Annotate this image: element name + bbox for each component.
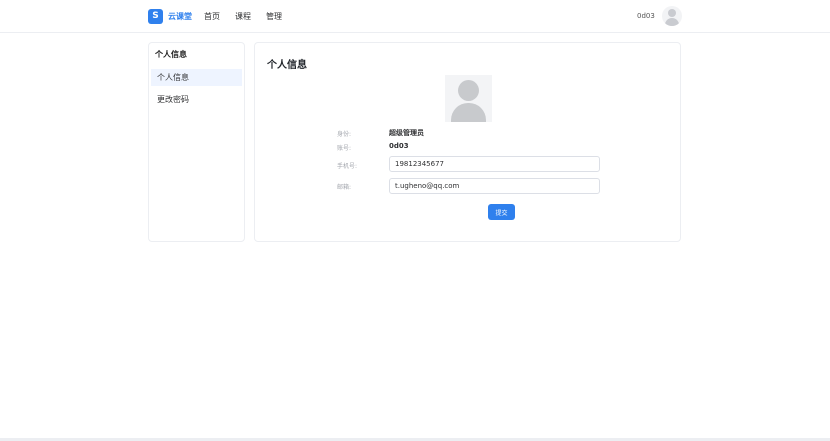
sidebar-panel: 个人信息 个人信息 更改密码	[148, 42, 245, 242]
account-label: 账号:	[337, 145, 352, 152]
nav-courses[interactable]: 课程	[235, 11, 251, 22]
top-navbar: S 云课堂 首页 课程 管理 0d03	[0, 0, 830, 33]
email-label: 邮箱:	[337, 184, 352, 191]
user-avatar-icon[interactable]	[662, 6, 682, 26]
account-value: 0d03	[389, 142, 409, 150]
submit-button[interactable]: 提交	[488, 204, 515, 220]
email-input[interactable]	[389, 178, 600, 194]
avatar-body-shape	[665, 18, 679, 26]
avatar-head-shape	[458, 80, 479, 101]
phone-label: 手机号:	[337, 163, 358, 170]
nav-manage[interactable]: 管理	[266, 11, 282, 22]
brand-name[interactable]: 云课堂	[168, 11, 192, 22]
phone-input[interactable]	[389, 156, 600, 172]
logo-icon[interactable]: S	[148, 9, 163, 24]
header-username[interactable]: 0d03	[637, 12, 655, 20]
sidebar-item-change-password[interactable]: 更改密码	[151, 91, 242, 108]
role-value: 超级管理员	[389, 129, 424, 137]
profile-avatar-icon[interactable]	[445, 75, 492, 122]
role-label: 身份:	[337, 131, 352, 138]
sidebar-item-profile[interactable]: 个人信息	[151, 69, 242, 86]
sidebar-title: 个人信息	[155, 50, 187, 59]
page-title: 个人信息	[267, 60, 307, 71]
avatar-body-shape	[451, 103, 486, 122]
nav-home[interactable]: 首页	[204, 11, 220, 22]
profile-panel: 个人信息 身份: 超级管理员 账号: 0d03 手机号: 邮箱: 提交	[254, 42, 681, 242]
avatar-head-shape	[668, 9, 676, 17]
